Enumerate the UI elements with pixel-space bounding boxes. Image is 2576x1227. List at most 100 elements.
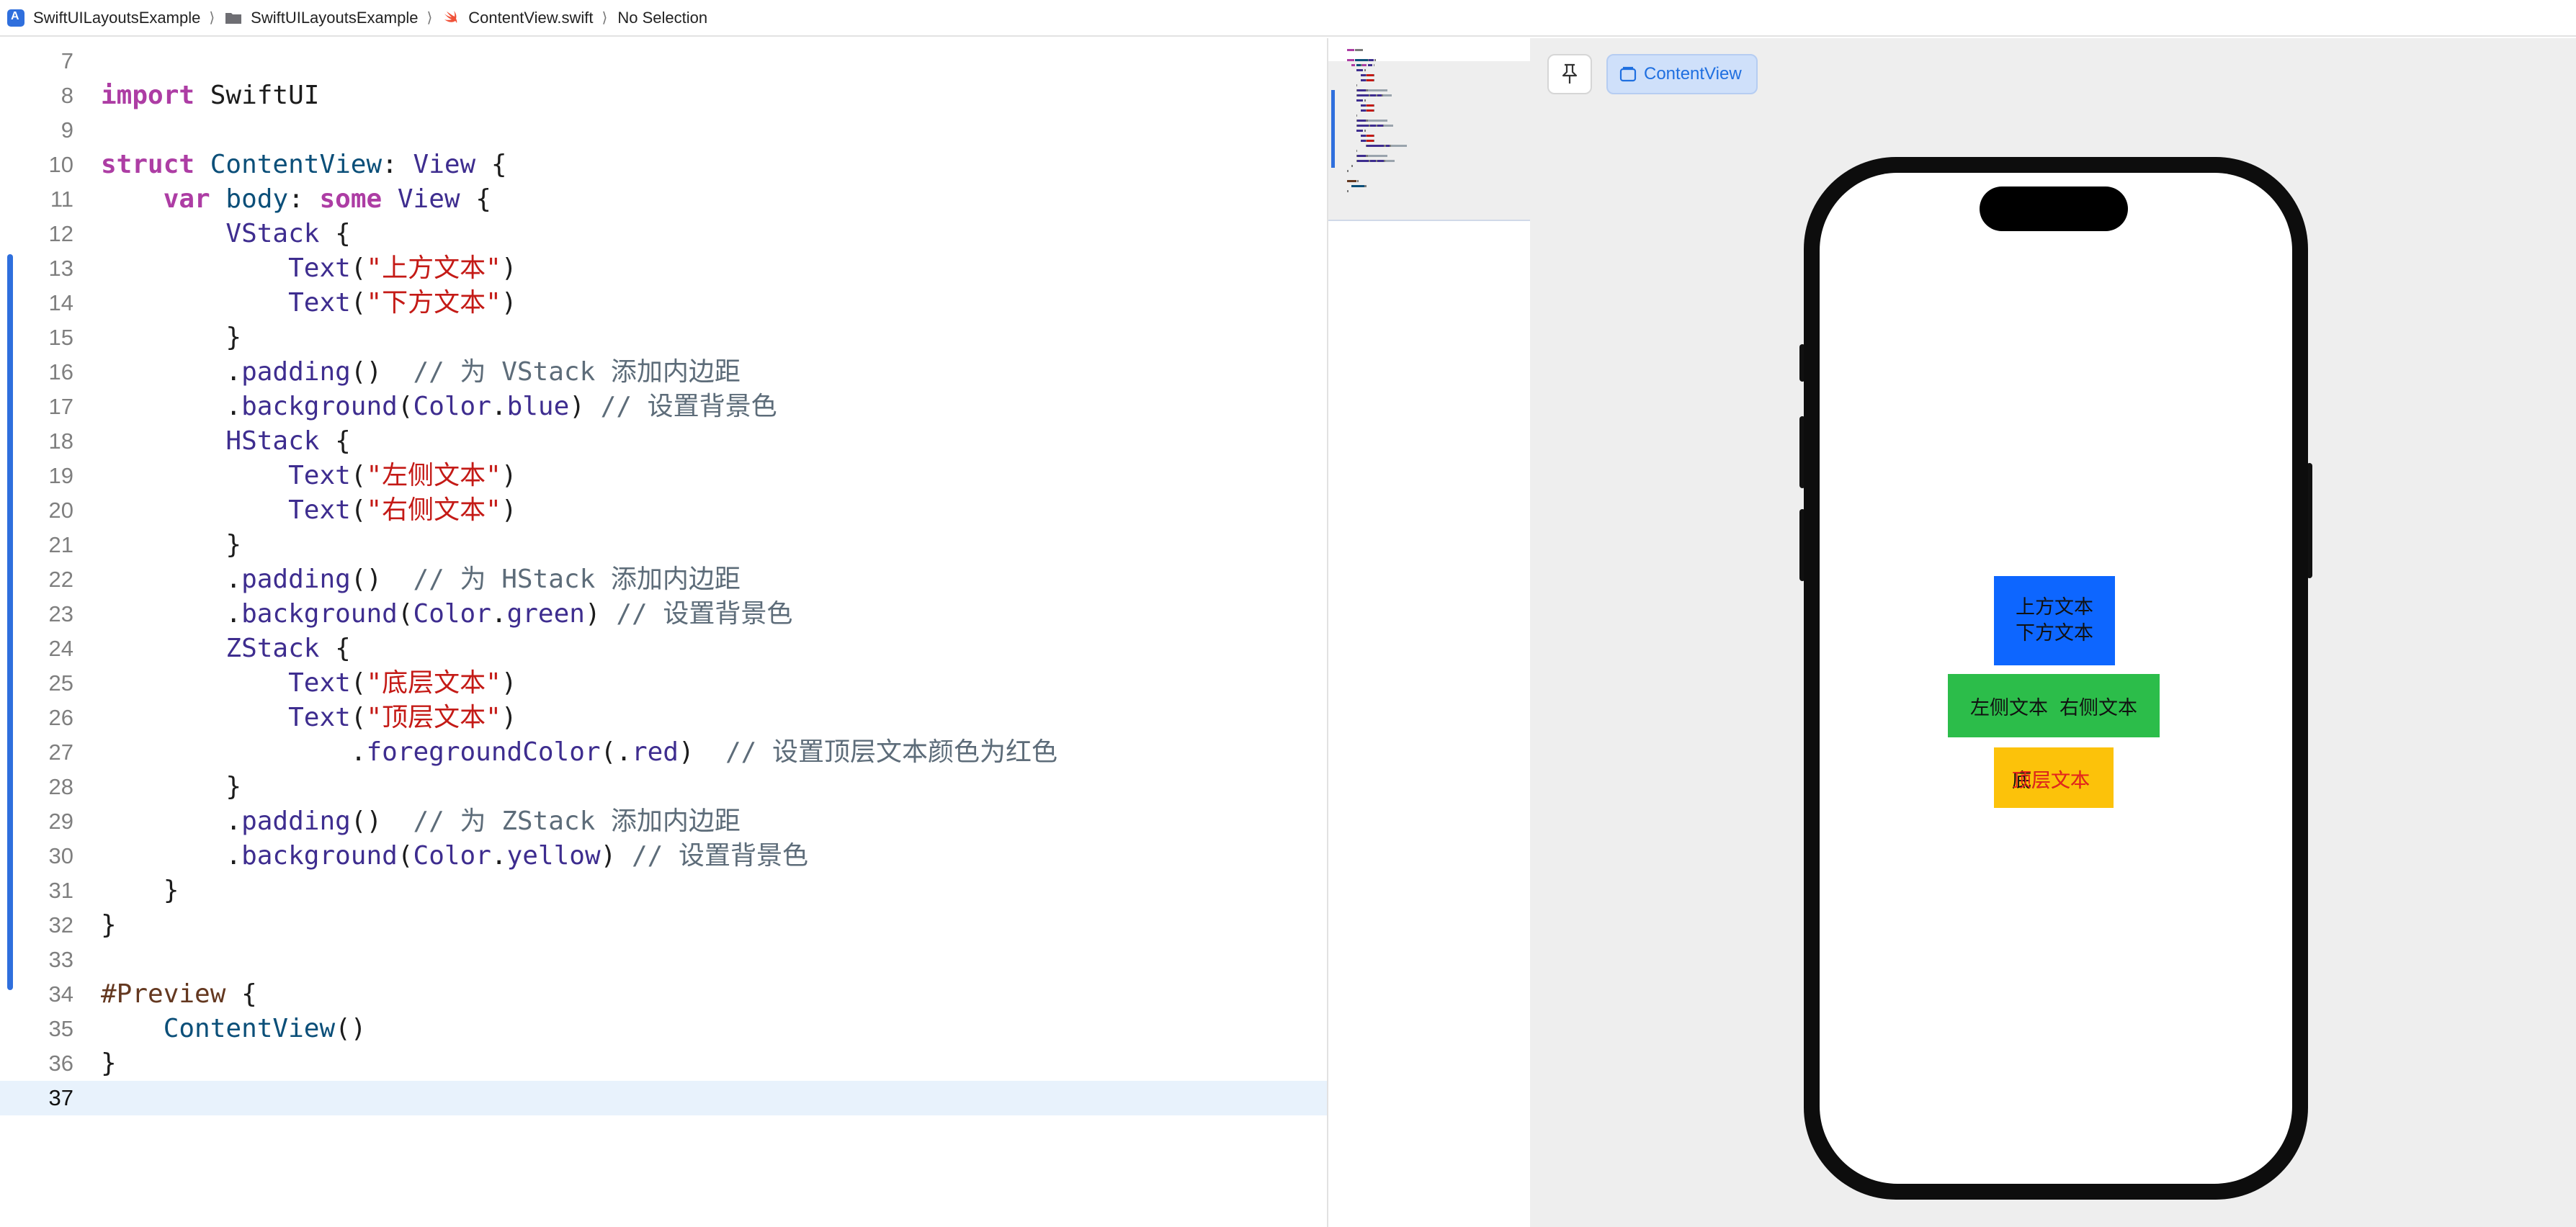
code-token: : <box>382 150 413 179</box>
code-line[interactable]: 11 var body: some View { <box>0 182 1327 217</box>
code-text: Text("顶层文本") <box>101 701 516 735</box>
preview-selector-chip[interactable]: ContentView <box>1606 54 1758 94</box>
code-text: Text("上方文本") <box>101 251 516 286</box>
line-number: 23 <box>48 601 73 626</box>
code-line[interactable]: 22 .padding() // 为 HStack 添加内边距 <box>0 562 1327 597</box>
code-line[interactable]: 19 Text("左侧文本") <box>0 459 1327 493</box>
code-token: "下方文本" <box>366 288 501 318</box>
code-token: ( <box>397 392 413 421</box>
code-line[interactable]: 12 VStack { <box>0 217 1327 251</box>
code-token: . <box>491 599 507 629</box>
code-token: HStack <box>225 426 320 456</box>
code-token: { <box>319 426 351 456</box>
code-line[interactable]: 16 .padding() // 为 VStack 添加内边距 <box>0 355 1327 390</box>
line-number: 31 <box>48 878 73 903</box>
code-text: struct ContentView: View { <box>101 148 507 182</box>
code-line[interactable]: 17 .background(Color.blue) // 设置背景色 <box>0 390 1327 424</box>
code-text: .padding() // 为 HStack 添加内边距 <box>101 562 741 597</box>
code-line[interactable]: 15 } <box>0 320 1327 355</box>
minimap-token <box>1356 150 1358 152</box>
code-token: // 设置背景色 <box>616 599 793 629</box>
code-line[interactable]: 28 } <box>0 770 1327 804</box>
code-line[interactable]: 10 struct ContentView: View { <box>0 148 1327 182</box>
folder-icon <box>225 9 242 27</box>
code-token: (. <box>600 737 632 767</box>
vstack-preview[interactable]: 上方文本 下方文本 <box>1994 576 2115 665</box>
code-line[interactable]: 14 Text("下方文本") <box>0 286 1327 320</box>
minimap-token <box>1364 185 1367 187</box>
code-token: { <box>225 979 257 1009</box>
minimap-token <box>1367 79 1374 81</box>
code-token: VStack <box>225 219 320 248</box>
code-text: .padding() // 为 VStack 添加内边距 <box>101 355 741 390</box>
code-text: Text("左侧文本") <box>101 459 516 493</box>
line-number: 36 <box>48 1051 73 1076</box>
minimap-token <box>1347 49 1354 51</box>
code-line[interactable]: 37 <box>0 1081 1327 1115</box>
code-token: Color <box>413 392 491 421</box>
zstack-top-text: 顶层文本 <box>2012 770 2090 792</box>
code-line[interactable]: 23 .background(Color.green) // 设置背景色 <box>0 597 1327 632</box>
breadcrumb-project[interactable]: SwiftUILayoutsExample ⟩ <box>7 9 215 27</box>
minimap-change-indicator <box>1331 90 1335 168</box>
code-token: Color <box>413 841 491 871</box>
code-token: Color <box>413 599 491 629</box>
code-line[interactable]: 34 #Preview { <box>0 977 1327 1012</box>
code-token: SwiftUI <box>194 81 320 110</box>
code-text: } <box>101 528 241 562</box>
code-line[interactable]: 9 <box>0 113 1327 148</box>
minimap-token <box>1370 94 1376 96</box>
code-token: background <box>241 841 398 871</box>
code-line[interactable]: 18 HStack { <box>0 424 1327 459</box>
code-line[interactable]: 25 Text("底层文本") <box>0 666 1327 701</box>
code-line[interactable]: 33 <box>0 943 1327 977</box>
code-token: some <box>319 184 383 214</box>
minimap-token <box>1357 94 1369 96</box>
line-number: 37 <box>48 1085 73 1110</box>
line-number: 27 <box>48 740 73 765</box>
code-text: var body: some View { <box>101 182 491 217</box>
code-editor[interactable]: 7 8 import SwiftUI 9 10 struct ContentView: V… <box>0 38 1327 1227</box>
code-line[interactable]: 13 Text("上方文本") <box>0 251 1327 286</box>
pin-icon <box>1562 63 1578 84</box>
code-line[interactable]: 35 ContentView() <box>0 1012 1327 1046</box>
code-token: // 设置背景色 <box>631 841 809 871</box>
code-line[interactable]: 36} <box>0 1046 1327 1081</box>
line-number: 26 <box>48 705 73 730</box>
code-line[interactable]: 31 } <box>0 873 1327 908</box>
code-token: padding <box>241 565 351 594</box>
breadcrumb-separator: ⟩ <box>426 10 433 26</box>
code-token: // 设置顶层文本颜色为红色 <box>725 737 1058 767</box>
code-text: } <box>101 908 117 943</box>
zstack-preview[interactable]: 底层文本 顶层文本 <box>1994 747 2114 808</box>
code-token: "左侧文本" <box>366 461 501 490</box>
code-line[interactable]: 24 ZStack { <box>0 632 1327 666</box>
line-number: 16 <box>48 359 73 385</box>
minimap[interactable] <box>1327 38 1531 1227</box>
hstack-left-text: 左侧文本 <box>1970 696 2048 719</box>
breadcrumb-selection[interactable]: No Selection <box>617 9 707 27</box>
code-line[interactable]: 27 .foregroundColor(.red) // 设置顶层文本颜色为红色 <box>0 735 1327 770</box>
code-line[interactable]: 26 Text("顶层文本") <box>0 701 1327 735</box>
hstack-preview[interactable]: 左侧文本 右侧文本 <box>1948 674 2160 737</box>
code-line[interactable]: 32} <box>0 908 1327 943</box>
code-line[interactable]: 20 Text("右侧文本") <box>0 493 1327 528</box>
minimap-token <box>1367 140 1374 142</box>
code-token: () <box>350 357 413 387</box>
minimap-token <box>1361 64 1367 66</box>
code-line[interactable]: 8 import SwiftUI <box>0 78 1327 113</box>
code-text: } <box>101 770 241 804</box>
minimap-token <box>1356 84 1358 86</box>
line-number: 12 <box>48 221 73 246</box>
code-line[interactable]: 29 .padding() // 为 ZStack 添加内边距 <box>0 804 1327 839</box>
breadcrumb-folder[interactable]: SwiftUILayoutsExample ⟩ <box>225 9 432 27</box>
code-text: } <box>101 1046 117 1081</box>
code-line[interactable]: 30 .background(Color.yellow) // 设置背景色 <box>0 839 1327 873</box>
breadcrumb-file[interactable]: ContentView.swift ⟩ <box>442 9 607 27</box>
code-line[interactable]: 7 <box>0 44 1327 78</box>
code-line[interactable]: 21 } <box>0 528 1327 562</box>
pin-preview-button[interactable] <box>1547 54 1592 94</box>
minimap-visible-region[interactable] <box>1328 61 1530 221</box>
code-token: { <box>460 184 491 214</box>
